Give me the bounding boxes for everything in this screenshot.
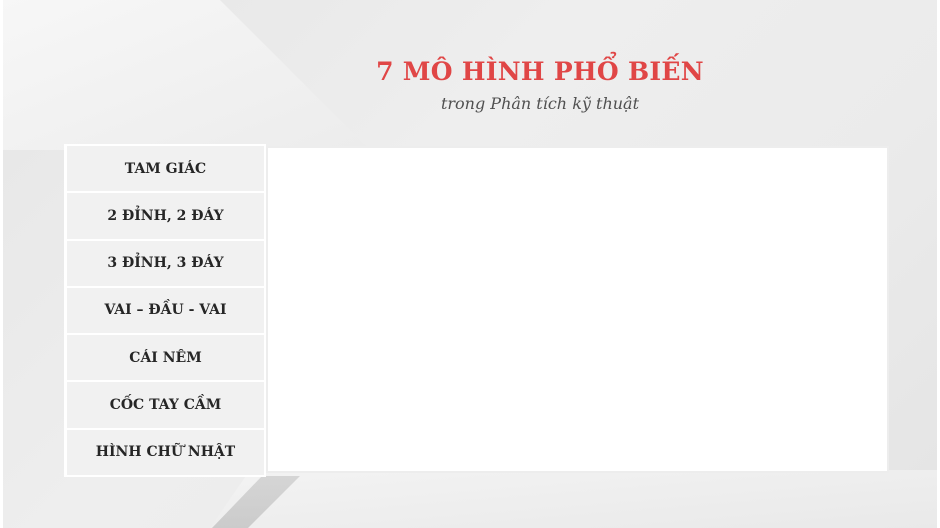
tab-tam-giac[interactable]: TAM GIÁC [67, 146, 264, 192]
slide-subtitle: trong Phân tích kỹ thuật [440, 94, 640, 113]
frame-left [0, 0, 3, 528]
tab-hinh-chu-nhat[interactable]: HÌNH CHỮ NHẬT [67, 429, 264, 475]
tab-3-dinh-3-day[interactable]: 3 ĐỈNH, 3 ĐÁY [67, 240, 264, 286]
pattern-tab-list: TAM GIÁC 2 ĐỈNH, 2 ĐÁY 3 ĐỈNH, 3 ĐÁY VAI… [64, 144, 266, 477]
tab-coc-tay-cam[interactable]: CỐC TAY CẦM [67, 382, 264, 428]
slide: 7 MÔ HÌNH PHỔ BIẾN trong Phân tích kỹ th… [0, 0, 940, 528]
tab-cai-nem[interactable]: CÁI NÊM [67, 335, 264, 381]
background-shape-lower [210, 470, 940, 528]
tab-vai-dau-vai[interactable]: VAI – ĐẦU - VAI [67, 287, 264, 334]
slide-title: 7 MÔ HÌNH PHỔ BIẾN [376, 57, 704, 86]
content-panel [266, 146, 889, 473]
tab-2-dinh-2-day[interactable]: 2 ĐỈNH, 2 ĐÁY [67, 193, 264, 239]
background-shadow [212, 476, 300, 528]
